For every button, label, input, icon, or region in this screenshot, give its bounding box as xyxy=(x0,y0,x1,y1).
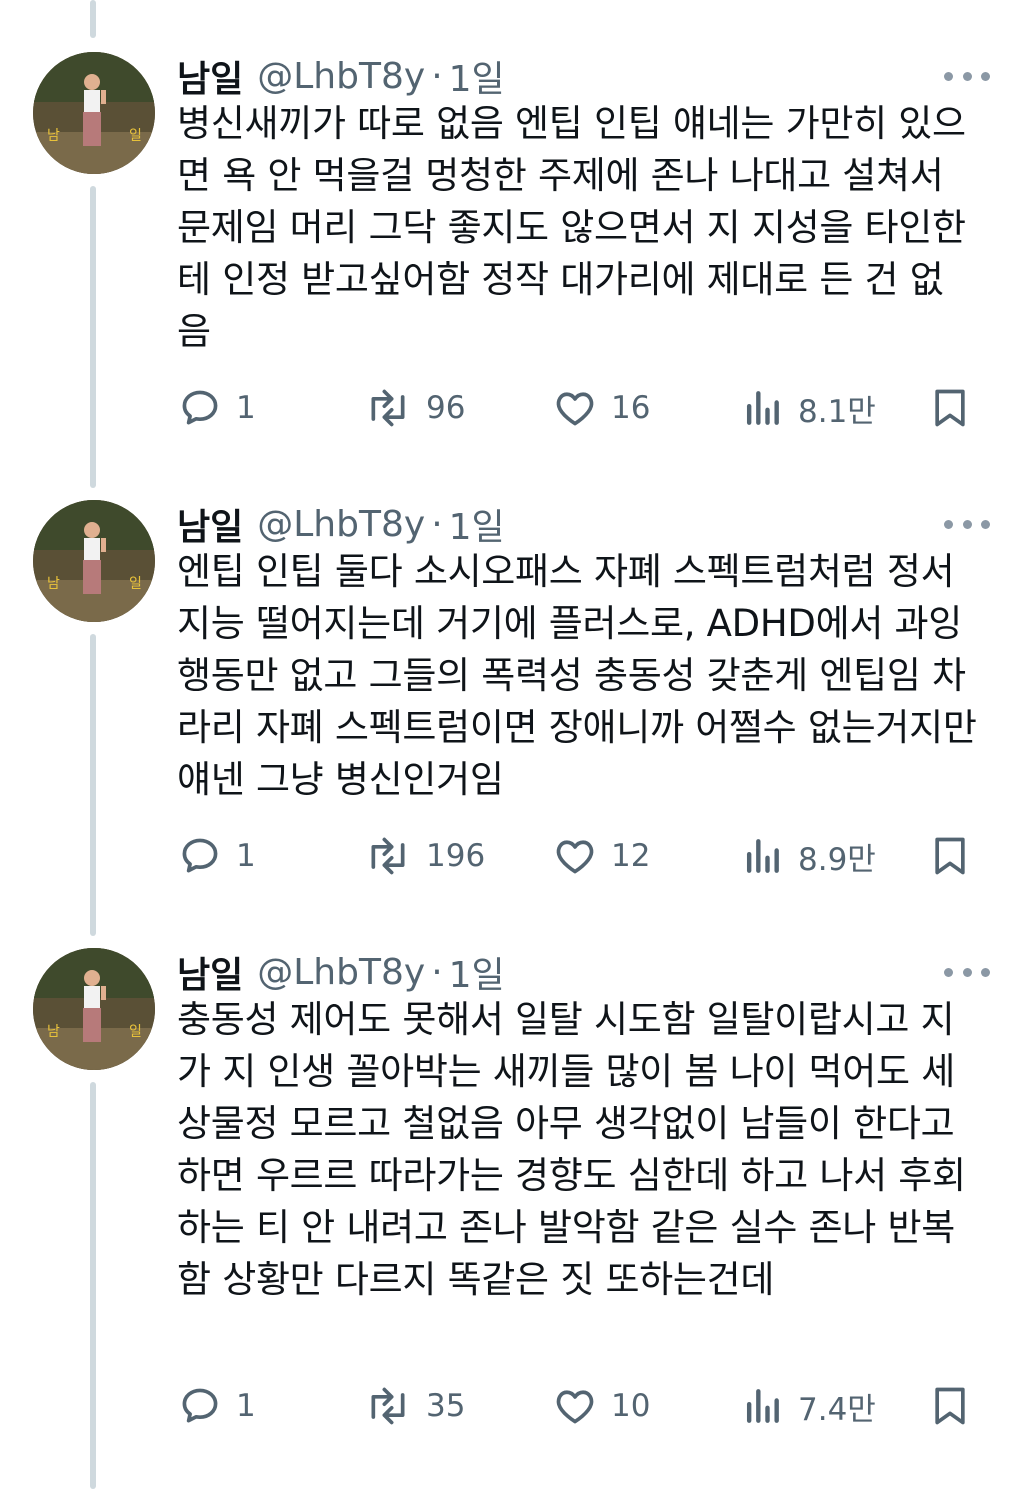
tweet-text: 병신새끼가 따로 없음 엔팁 인팁 얘네는 가만히 있으면 욕 안 먹을걸 멍청… xyxy=(177,102,966,353)
retweet-count: 196 xyxy=(426,838,486,874)
bookmark-button[interactable] xyxy=(928,1378,972,1434)
tweet-header: 남일 @LhbT8y · 1일 xyxy=(177,496,505,552)
reply-icon xyxy=(182,838,218,873)
more-icon[interactable] xyxy=(944,516,990,532)
thread-line xyxy=(90,634,96,936)
like-button[interactable]: 16 xyxy=(553,380,650,436)
views-count: 8.9만 xyxy=(798,841,876,878)
like-button[interactable]: 10 xyxy=(553,1378,650,1434)
avatar[interactable]: 남 일 xyxy=(33,948,155,1070)
views-button[interactable]: 8.1만 xyxy=(740,380,876,436)
retweet-button[interactable]: 35 xyxy=(364,1378,465,1434)
bookmark-icon xyxy=(935,1387,965,1425)
user-handle[interactable]: @LhbT8y xyxy=(257,952,425,993)
bookmark-icon xyxy=(935,837,965,875)
reply-button[interactable]: 1 xyxy=(178,828,256,884)
reply-count: 1 xyxy=(236,390,256,426)
heart-icon xyxy=(556,392,594,426)
timestamp[interactable]: 1일 xyxy=(449,498,505,550)
separator-dot: · xyxy=(431,503,443,545)
svg-text:일: 일 xyxy=(129,128,142,144)
avatar[interactable]: 남 일 xyxy=(33,52,155,174)
user-handle[interactable]: @LhbT8y xyxy=(257,504,425,545)
tweet-text: 충동성 제어도 못해서 일탈 시도함 일탈이랍시고 지가 지 인생 꼴아박는 새… xyxy=(177,998,966,1301)
views-count: 8.1만 xyxy=(798,393,876,430)
bookmark-icon xyxy=(935,389,965,427)
thread-line xyxy=(90,186,96,488)
display-name[interactable]: 남일 xyxy=(177,498,243,550)
retweet-icon xyxy=(371,389,405,427)
retweet-button[interactable]: 96 xyxy=(364,380,465,436)
reply-button[interactable]: 1 xyxy=(178,1378,256,1434)
action-bar: 1 35 10 7.4만 xyxy=(0,1378,1024,1434)
more-icon[interactable] xyxy=(944,964,990,980)
retweet-icon xyxy=(371,1387,405,1425)
views-button[interactable]: 8.9만 xyxy=(740,828,876,884)
like-count: 10 xyxy=(611,1388,651,1424)
retweet-button[interactable]: 196 xyxy=(364,828,485,884)
bookmark-button[interactable] xyxy=(928,380,972,436)
separator-dot: · xyxy=(431,951,443,993)
action-bar: 1 196 12 8.9만 xyxy=(0,828,1024,884)
more-icon[interactable] xyxy=(944,68,990,84)
views-icon xyxy=(746,391,779,425)
timestamp[interactable]: 1일 xyxy=(449,946,505,998)
views-icon xyxy=(746,839,779,873)
heart-icon xyxy=(556,840,594,874)
reply-button[interactable]: 1 xyxy=(178,380,256,436)
svg-text:남: 남 xyxy=(47,1024,60,1040)
avatar[interactable]: 남 일 xyxy=(33,500,155,622)
reply-icon xyxy=(182,1388,218,1423)
timestamp[interactable]: 1일 xyxy=(449,50,505,102)
user-handle[interactable]: @LhbT8y xyxy=(257,56,425,97)
tweet-text: 엔팁 인팁 둘다 소시오패스 자폐 스펙트럼처럼 정서지능 떨어지는데 거기에 … xyxy=(177,550,977,801)
retweet-count: 96 xyxy=(426,390,466,426)
thread-line xyxy=(90,0,96,38)
svg-text:일: 일 xyxy=(129,1024,142,1040)
svg-text:남: 남 xyxy=(47,128,60,144)
action-bar: 1 96 16 8.1만 xyxy=(0,380,1024,436)
display-name[interactable]: 남일 xyxy=(177,946,243,998)
like-count: 16 xyxy=(611,390,651,426)
views-count: 7.4만 xyxy=(798,1391,876,1428)
tweet-header: 남일 @LhbT8y · 1일 xyxy=(177,944,505,1000)
separator-dot: · xyxy=(431,55,443,97)
bookmark-button[interactable] xyxy=(928,828,972,884)
reply-count: 1 xyxy=(236,838,256,874)
like-button[interactable]: 12 xyxy=(553,828,650,884)
display-name[interactable]: 남일 xyxy=(177,50,243,102)
heart-icon xyxy=(556,1390,594,1424)
tweet-header: 남일 @LhbT8y · 1일 xyxy=(177,48,505,104)
retweet-icon xyxy=(371,837,405,875)
like-count: 12 xyxy=(611,838,651,874)
svg-text:남: 남 xyxy=(47,576,60,592)
reply-count: 1 xyxy=(236,1388,256,1424)
retweet-count: 35 xyxy=(426,1388,466,1424)
views-button[interactable]: 7.4만 xyxy=(740,1378,876,1434)
views-icon xyxy=(746,1389,779,1423)
reply-icon xyxy=(182,390,218,425)
svg-text:일: 일 xyxy=(129,576,142,592)
